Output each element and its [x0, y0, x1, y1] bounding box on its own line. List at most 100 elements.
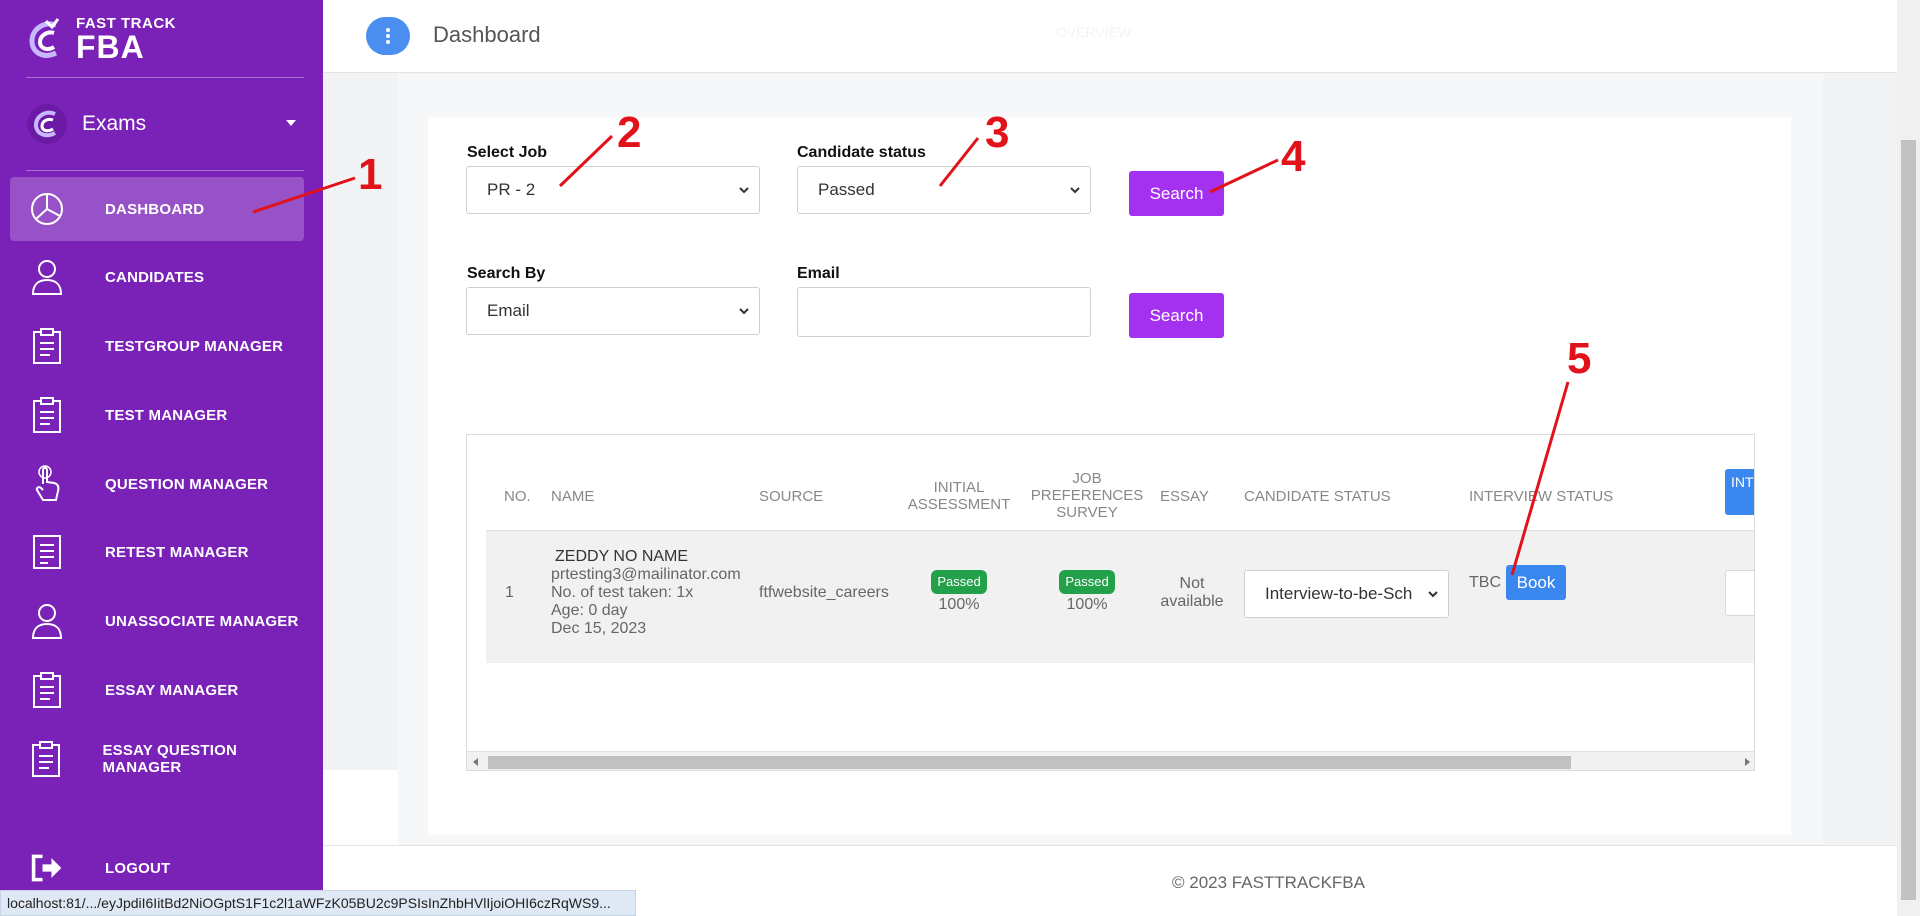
email-input[interactable]: [797, 287, 1091, 337]
select-job-dropdown[interactable]: PR - 2: [466, 166, 760, 214]
essay-status-line: Not: [1179, 575, 1205, 592]
page-title: Dashboard: [433, 22, 541, 47]
candidate-status-select-value: Interview-to-be-Sch: [1265, 584, 1413, 603]
top-bar: Dashboard OVERVIEW: [323, 0, 1897, 73]
column-header-line: JOB: [1072, 470, 1102, 487]
sidebar-item-test-manager[interactable]: TEST MANAGER: [10, 383, 304, 447]
clipboard-icon: [30, 739, 61, 779]
essay-status-line: available: [1160, 593, 1224, 610]
sidebar-item-label: RETEST MANAGER: [105, 543, 249, 561]
clipboard-icon: [30, 670, 64, 710]
column-header-candidate-status: CANDIDATE STATUS: [1244, 488, 1391, 505]
logout-icon: [30, 848, 64, 888]
sidebar-item-label: UNASSOCIATE MANAGER: [105, 612, 299, 630]
sidebar-item-label: CANDIDATES: [105, 268, 205, 286]
column-header-essay: ESSAY: [1160, 488, 1209, 505]
annotation-label: 5: [1567, 334, 1592, 383]
sidebar-item-label: ESSAY MANAGER: [105, 681, 239, 699]
candidate-name: ZEDDY NO NAME: [555, 548, 689, 565]
chevron-down-icon: [739, 187, 749, 194]
candidate-info: ZEDDY NO NAME prtesting3@mailinator.com …: [551, 548, 741, 638]
scrollbar-thumb[interactable]: [1901, 140, 1916, 900]
column-header-line: SURVEY: [1056, 504, 1118, 521]
annotation-label: 3: [985, 108, 1010, 157]
passed-badge: Passed: [931, 570, 987, 594]
module-selector[interactable]: Exams: [26, 102, 296, 146]
sidebar-item-label: DASHBOARD: [105, 200, 205, 218]
column-header-initial-assessment: INITIAL ASSESSMENT: [904, 479, 1014, 513]
sidebar-item-unassociate-manager[interactable]: UNASSOCIATE MANAGER: [10, 589, 304, 653]
sidebar-item-retest-manager[interactable]: RETEST MANAGER: [10, 520, 304, 584]
logo-line2: FBA: [76, 28, 145, 65]
sidebar-item-label: TESTGROUP MANAGER: [105, 337, 284, 355]
email-label: Email: [797, 265, 840, 282]
horizontal-scrollbar[interactable]: [467, 751, 1754, 770]
select-job-label: Select Job: [467, 144, 548, 161]
sidebar: FAST TRACK FBA Exams DASHBOARD CANDIDATE…: [0, 0, 323, 916]
more-menu-button[interactable]: [366, 17, 410, 55]
annotation-label: 4: [1281, 132, 1306, 181]
search-by-dropdown[interactable]: Email: [466, 287, 760, 335]
candidate-tests-taken: No. of test taken: 1x: [551, 584, 694, 601]
candidate-status-label: Candidate status: [797, 144, 926, 161]
candidate-date: Dec 15, 2023: [551, 620, 647, 637]
chevron-down-icon: [1428, 591, 1438, 598]
document-icon: [30, 532, 64, 572]
pie-chart-icon: [30, 189, 64, 229]
sidebar-item-essay-question-manager[interactable]: ESSAY QUESTION MANAGER: [10, 727, 304, 791]
sidebar-item-label: QUESTION MANAGER: [105, 475, 269, 493]
job-preferences-score: 100%: [1066, 596, 1108, 613]
sidebar-item-candidates[interactable]: CANDIDATES: [10, 245, 304, 309]
job-preferences-cell: Passed 100%: [1057, 570, 1117, 614]
divider: [26, 77, 304, 78]
module-selector-label: Exams: [82, 112, 147, 135]
candidate-age: Age: 0 day: [551, 602, 628, 619]
interview-input[interactable]: [1725, 570, 1754, 616]
logo-swirl-icon: [29, 18, 60, 58]
book-interview-button[interactable]: Book: [1506, 565, 1566, 600]
logout-label: LOGOUT: [105, 859, 171, 877]
column-header-name: NAME: [551, 488, 595, 505]
sidebar-item-dashboard[interactable]: DASHBOARD: [10, 177, 304, 241]
interview-status-tbc: TBC: [1469, 574, 1501, 591]
initial-assessment-score: 100%: [938, 596, 980, 613]
row-number: 1: [505, 584, 514, 601]
app-logo[interactable]: FAST TRACK FBA: [26, 14, 206, 64]
scroll-right-icon[interactable]: [1745, 758, 1750, 766]
candidate-status-dropdown[interactable]: Passed: [797, 166, 1091, 214]
column-header-job-preferences: JOB PREFERENCES SURVEY: [1027, 470, 1147, 521]
sidebar-item-question-manager[interactable]: QUESTION MANAGER: [10, 452, 304, 516]
exams-avatar-icon: [27, 104, 67, 144]
initial-assessment-cell: Passed 100%: [929, 570, 989, 614]
user-icon: [30, 257, 64, 297]
sidebar-item-essay-manager[interactable]: ESSAY MANAGER: [10, 658, 304, 722]
select-job-value: PR - 2: [487, 180, 536, 199]
content-gutter: [323, 770, 398, 845]
candidate-status-select[interactable]: Interview-to-be-Sch: [1244, 570, 1449, 618]
column-header-interview-status: INTERVIEW STATUS: [1469, 488, 1614, 505]
caret-down-icon: [286, 120, 296, 126]
annotation-label: 2: [617, 108, 642, 157]
search-button[interactable]: Search: [1129, 171, 1224, 216]
scrollbar-thumb[interactable]: [488, 756, 1571, 769]
column-header-line: ASSESSMENT: [907, 496, 1011, 513]
essay-cell: Not available: [1157, 575, 1227, 611]
scroll-left-icon[interactable]: [473, 758, 478, 766]
search-by-email-button[interactable]: Search: [1129, 293, 1224, 338]
sidebar-item-testgroup-manager[interactable]: TESTGROUP MANAGER: [10, 314, 304, 378]
clipboard-icon: [30, 395, 64, 435]
chevron-down-icon: [739, 308, 749, 315]
divider: [26, 170, 304, 171]
candidate-source: ftfwebsite_careers: [759, 584, 889, 601]
vertical-scrollbar[interactable]: [1897, 0, 1920, 916]
browser-status-url: localhost:81/.../eyJpdiI6IitBd2NiOGptS1F…: [0, 890, 636, 916]
search-by-value: Email: [487, 301, 530, 320]
kebab-menu-icon: [386, 28, 390, 44]
overview-dropdown[interactable]: OVERVIEW: [1056, 24, 1131, 40]
chevron-down-icon: [1070, 187, 1080, 194]
candidate-status-value: Passed: [818, 180, 875, 199]
user-icon: [30, 601, 64, 641]
column-header-source: SOURCE: [759, 488, 824, 505]
copyright-text: © 2023 FASTTRACKFBA: [1172, 873, 1365, 892]
interview-action-button[interactable]: INT: [1725, 469, 1754, 515]
